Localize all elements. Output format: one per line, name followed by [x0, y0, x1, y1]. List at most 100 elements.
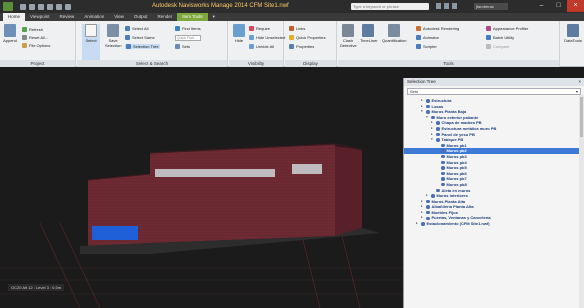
tab-viewpoint[interactable]: Viewpoint [25, 13, 54, 21]
reset-icon [22, 35, 27, 40]
require-icon [249, 26, 254, 31]
refresh-button[interactable]: Refresh [22, 27, 43, 32]
selection-tree-button[interactable]: Selection Tree [125, 44, 160, 49]
viewport-status: GC20 Alt 12 : Level 3 : 0.5m [8, 284, 65, 291]
select-all-button[interactable]: Select All [125, 26, 148, 31]
scripter-icon [416, 44, 421, 49]
file-options-button[interactable]: File Options [22, 43, 50, 48]
scripter-button[interactable]: Scripter [416, 44, 437, 49]
user-signin[interactable]: jfaroberas [474, 3, 508, 10]
autodesk-rendering-button[interactable]: Autodesk Rendering [416, 26, 459, 31]
datatools-icon [567, 24, 579, 37]
redo-icon[interactable] [56, 3, 62, 10]
app-logo-icon[interactable] [3, 2, 13, 11]
quick-properties-button[interactable]: Quick Properties [289, 35, 326, 40]
building-model [0, 143, 403, 308]
maximize-icon[interactable]: □ [550, 0, 567, 12]
select-icon[interactable] [65, 3, 71, 10]
select-same-button[interactable]: Select Same [125, 35, 155, 40]
ribbon: Append Refresh Reset All... File Options… [0, 21, 584, 67]
file-options-icon [22, 43, 27, 48]
append-icon [4, 24, 16, 37]
tree-item-label: Estacionamiento (CFM Site1.nwf) [426, 221, 490, 227]
links-icon [289, 26, 294, 31]
set-icon [441, 166, 445, 170]
datatools-button[interactable]: DataTools [563, 24, 583, 43]
select-button[interactable]: Select [82, 24, 100, 60]
sets-button[interactable]: Sets [175, 44, 190, 49]
set-icon [426, 205, 430, 209]
tree-icon [126, 44, 131, 49]
properties-button[interactable]: Properties [289, 44, 314, 49]
save-selection-button[interactable]: Save Selection [105, 24, 121, 48]
hide-button[interactable]: Hide [231, 24, 247, 43]
tree-mode-select[interactable]: Sets ▾ [407, 88, 581, 95]
scrollbar-thumb[interactable] [580, 97, 583, 137]
panel-project-label: Project [0, 60, 75, 67]
star-icon[interactable] [452, 3, 457, 9]
links-button[interactable]: Links [289, 26, 305, 31]
hide-unselected-button[interactable]: Hide Unselected [249, 35, 285, 40]
find-items-button[interactable]: Find Items [175, 26, 201, 31]
set-icon [426, 110, 430, 114]
new-icon[interactable] [20, 3, 26, 10]
minimize-icon[interactable]: – [533, 0, 550, 12]
title-icons [436, 3, 457, 9]
panel-visibility: Hide Require Hide Unselected Unhide All … [229, 21, 285, 67]
set-icon [441, 149, 445, 153]
panel-display: Links Quick Properties Properties Displa… [285, 21, 337, 67]
tab-render[interactable]: Render [152, 13, 177, 21]
tree-item[interactable]: ▸ Estacionamiento (CFM Site1.nwf) [404, 221, 584, 227]
set-icon [436, 138, 440, 142]
set-icon [436, 188, 440, 193]
tab-item-tools[interactable]: Item Tools [177, 13, 208, 21]
rendering-icon [416, 26, 421, 31]
open-icon[interactable] [29, 3, 35, 10]
set-icon [441, 160, 445, 165]
reset-all-button[interactable]: Reset All... [22, 35, 48, 40]
tree-scrollbar[interactable] [579, 95, 584, 308]
subscription-icon[interactable] [444, 3, 449, 9]
tab-review[interactable]: Review [54, 13, 79, 21]
quantification-button[interactable]: Quantification [382, 24, 406, 43]
quantification-icon [388, 24, 400, 37]
tree-list: ▸ Estructura ▸ Losas ▾ Muros Planta Baja ▾ Muro… [404, 97, 584, 227]
help-search-input[interactable]: Type a keyword or phrase [351, 3, 429, 10]
require-button[interactable]: Require [249, 26, 270, 31]
tab-view[interactable]: View [109, 13, 129, 21]
binoculars-icon[interactable] [436, 3, 441, 9]
panel-display-label: Display [285, 60, 336, 67]
set-icon [431, 115, 435, 120]
ribbon-options-icon[interactable]: ▾ [208, 13, 220, 21]
tab-home[interactable]: Home [3, 13, 26, 21]
animator-button[interactable]: Animator [416, 35, 439, 40]
tab-output[interactable]: Output [129, 13, 153, 21]
batch-icon [486, 35, 491, 40]
batch-utility-button[interactable]: Batch Utility [486, 35, 514, 40]
chevron-down-icon: ▾ [575, 89, 578, 94]
set-icon [436, 121, 440, 125]
tab-animation[interactable]: Animation [79, 13, 109, 21]
save-icon[interactable] [38, 3, 44, 10]
undo-icon[interactable] [47, 3, 53, 10]
appearance-profiler-button[interactable]: Appearance Profiler [486, 26, 528, 31]
set-icon [441, 182, 445, 187]
set-icon [436, 127, 440, 131]
append-button[interactable]: Append [2, 24, 18, 43]
set-icon [426, 99, 430, 103]
select-all-icon [125, 26, 130, 31]
timeliner-button[interactable]: TimeLiner [360, 24, 378, 43]
find-icon [175, 26, 180, 31]
set-icon [421, 222, 425, 226]
compare-button[interactable]: Compare [486, 44, 509, 49]
close-icon[interactable]: × [567, 0, 584, 12]
ribbon-tabs: Home Viewpoint Review Animation View Output Re… [0, 13, 584, 21]
quick-find-input[interactable]: Quick Find [175, 35, 201, 41]
save-selection-icon [107, 24, 119, 37]
clash-detective-button[interactable]: Clash Detective [340, 24, 357, 48]
close-panel-icon[interactable]: × [578, 78, 581, 86]
quick-properties-icon [289, 35, 294, 40]
unhide-all-button[interactable]: Unhide All [249, 44, 274, 49]
select-same-icon [125, 35, 130, 40]
scene-viewport[interactable]: GC20 Alt 12 : Level 3 : 0.5m [0, 68, 403, 308]
